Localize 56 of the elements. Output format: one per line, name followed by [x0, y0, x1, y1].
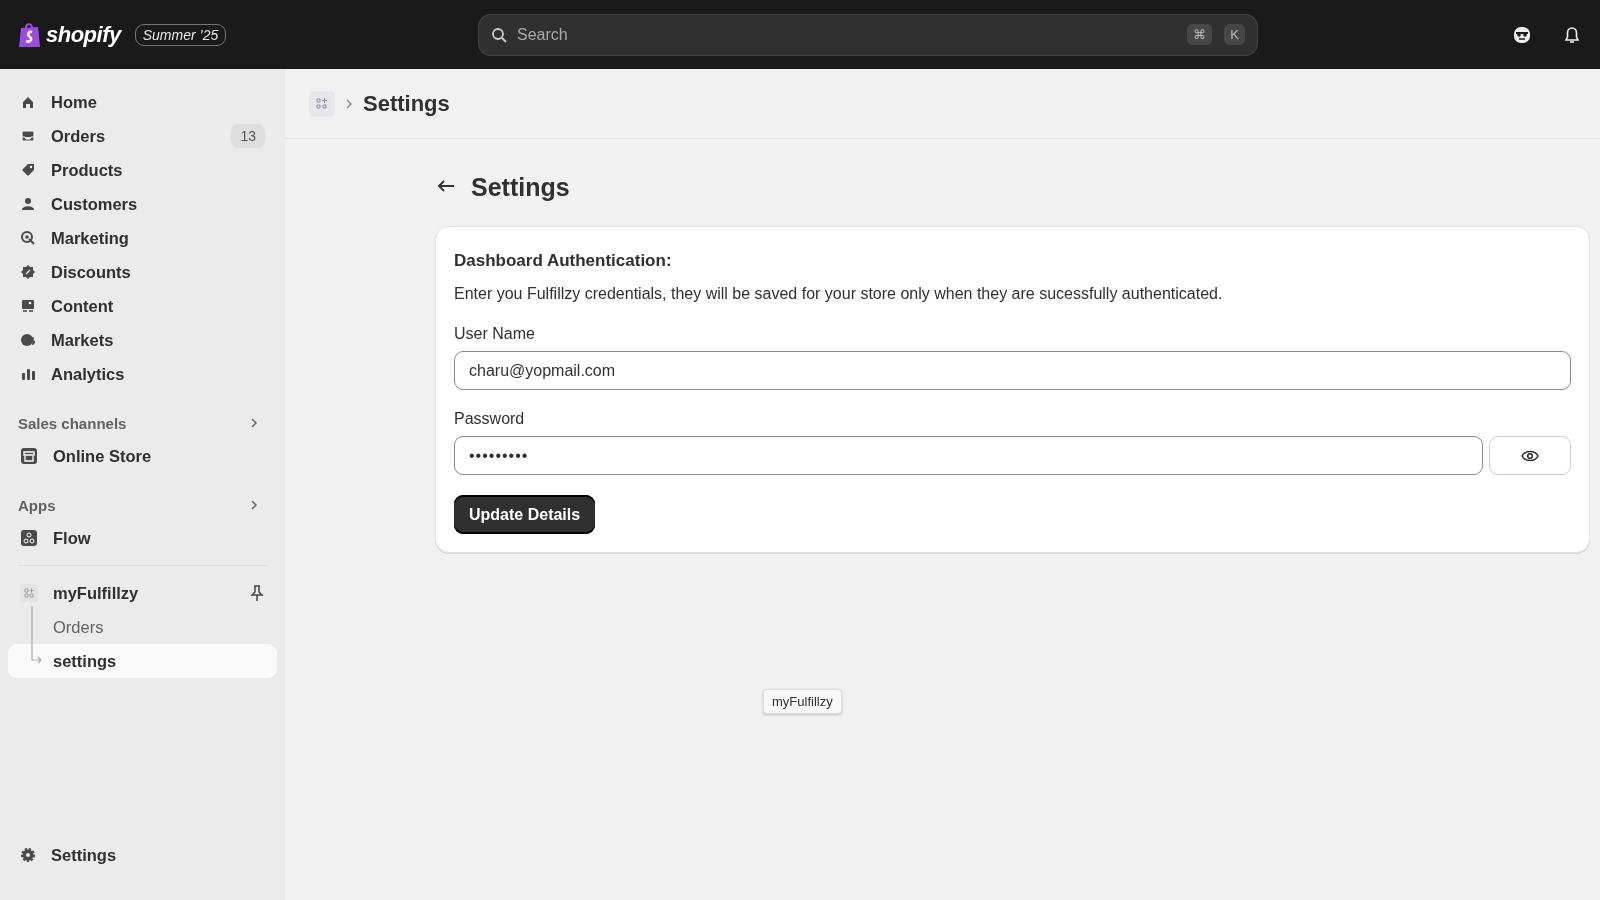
- password-field[interactable]: •••••••••: [454, 436, 1483, 475]
- home-icon: [20, 94, 36, 110]
- shortcut-key: ⌘: [1187, 24, 1213, 45]
- nav-item[interactable]: Orders 13: [8, 119, 277, 153]
- nav-item[interactable]: settings: [8, 644, 277, 678]
- nav-item[interactable]: Analytics: [8, 357, 277, 391]
- card-description: Enter you Fulfillzy credentials, they will be saved for your store only when they are sucessfully authenticated.: [454, 285, 1224, 303]
- back-arrow-icon: [437, 179, 455, 193]
- username-field[interactable]: charu@yopmail.com: [454, 351, 1571, 390]
- nav-item[interactable]: Customers: [8, 187, 277, 221]
- storefront-icon: [20, 447, 38, 465]
- field-label: User Name: [454, 325, 536, 343]
- notification-bell-icon[interactable]: [1562, 24, 1582, 45]
- breadcrumb-title: Settings: [363, 90, 450, 117]
- edition-tag: Summer ’25: [134, 23, 227, 46]
- section-heading: Apps: [18, 496, 56, 514]
- monitor-icon: [20, 298, 36, 314]
- bar-chart-icon: [20, 366, 36, 382]
- field-label: Password: [454, 410, 526, 428]
- nav-item[interactable]: Home: [8, 85, 277, 119]
- flow-app-icon: [20, 529, 38, 547]
- logo-text[interactable]: shopify: [46, 21, 121, 48]
- update-details-button[interactable]: Update Details: [454, 495, 596, 534]
- chevron-right-icon[interactable]: [249, 417, 259, 429]
- nav-item[interactable]: Orders: [8, 610, 277, 644]
- nav-item[interactable]: Discounts: [8, 255, 277, 289]
- nav-item[interactable]: Content: [8, 289, 277, 323]
- shortcut-key: K: [1224, 24, 1245, 45]
- shopping-bag-icon: [18, 20, 42, 49]
- section-heading: Sales channels: [18, 414, 127, 432]
- inbox-icon: [20, 128, 36, 144]
- search-input[interactable]: Search: [515, 24, 1176, 45]
- nav-item[interactable]: Online Store: [8, 439, 277, 473]
- chevron-right-icon: [345, 97, 353, 110]
- tooltip: myFulfillzy: [763, 689, 842, 714]
- app-name[interactable]: myFulfillzy: [53, 583, 139, 603]
- person-icon: [20, 196, 36, 212]
- nav-item[interactable]: Marketing: [8, 221, 277, 255]
- page-title: Settings: [471, 173, 570, 202]
- chevron-right-icon[interactable]: [249, 499, 259, 511]
- search-icon: [491, 26, 507, 43]
- nav-item[interactable]: Products: [8, 153, 277, 187]
- search-field[interactable]: Search ⌘ K: [478, 13, 1258, 56]
- show-password-button[interactable]: [1489, 436, 1571, 475]
- target-icon: [20, 230, 36, 246]
- gear-icon: [20, 847, 36, 863]
- nav-item[interactable]: Settings: [8, 838, 277, 872]
- card-heading: Dashboard Authentication:: [454, 251, 673, 271]
- nav-item[interactable]: Flow: [8, 521, 277, 555]
- count-badge: 13: [231, 124, 265, 148]
- app-grid-icon: [20, 584, 38, 602]
- badge-icon: [20, 264, 36, 280]
- eye-icon: [1521, 448, 1539, 463]
- tag-icon: [20, 162, 36, 178]
- pin-icon[interactable]: [249, 584, 265, 602]
- nav-item[interactable]: Markets: [8, 323, 277, 357]
